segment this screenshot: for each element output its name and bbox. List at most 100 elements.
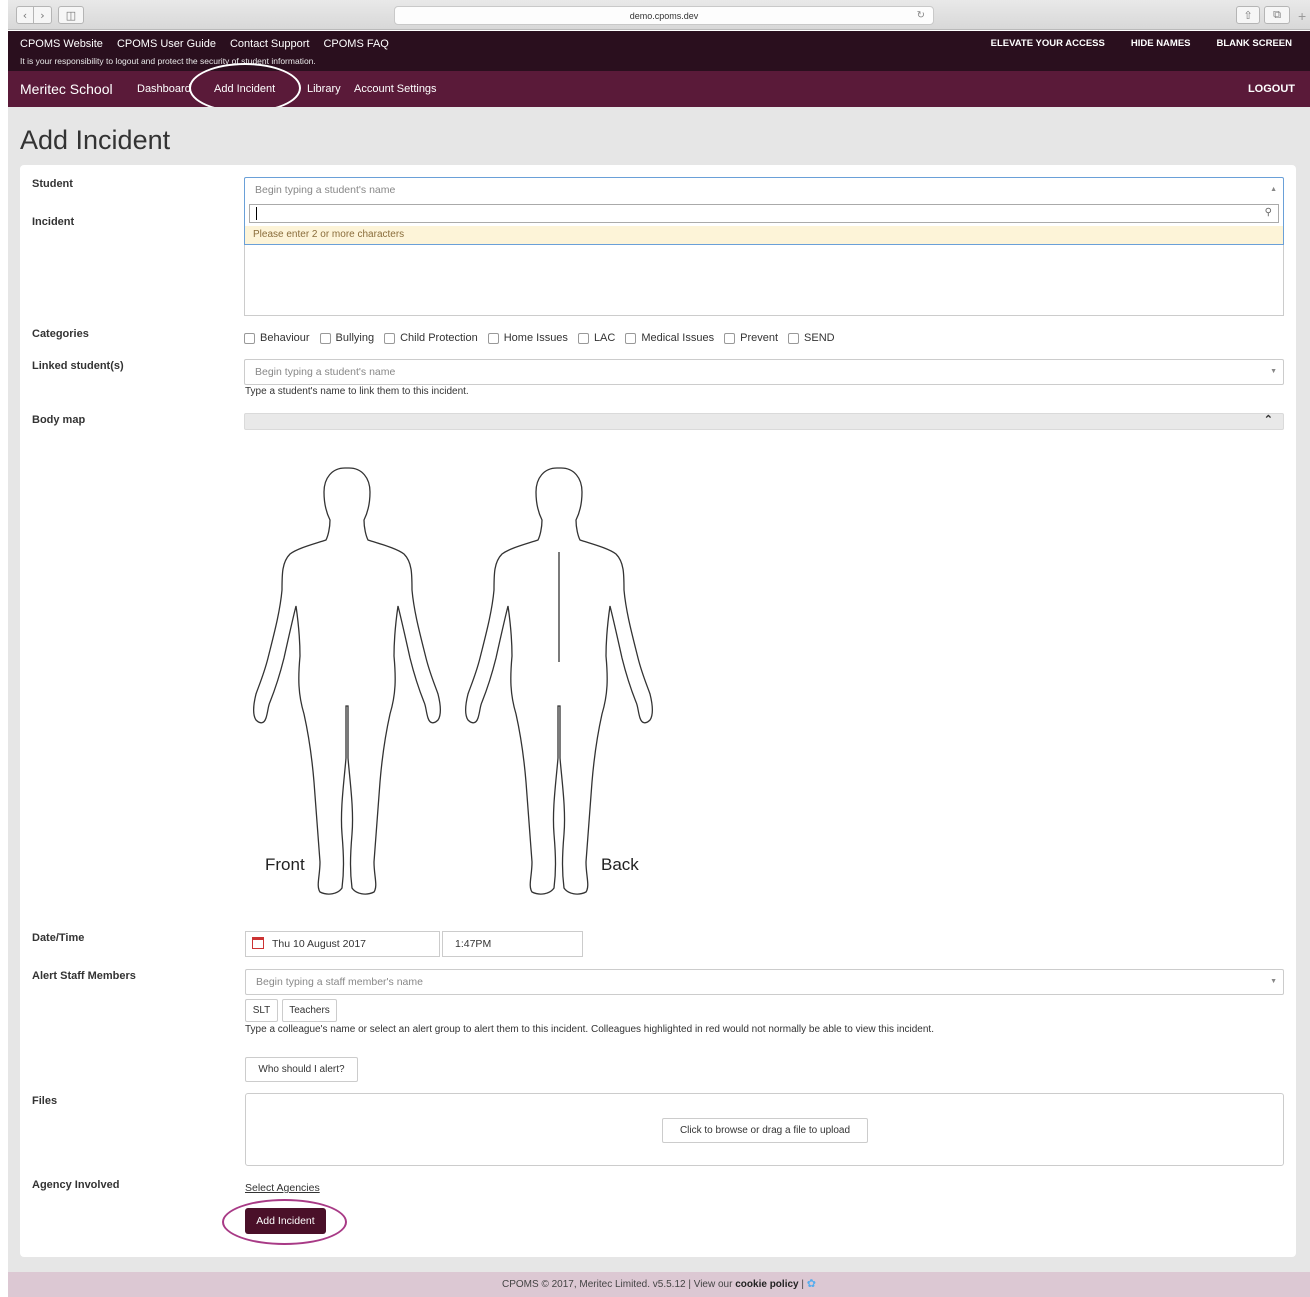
student-select[interactable]: Begin typing a student's name ▲ [244,177,1284,203]
category-behaviour[interactable]: Behaviour [244,332,310,344]
checkbox[interactable] [788,332,800,344]
student-dropdown: ⚲ Please enter 2 or more characters [244,201,1284,245]
alert-group-slt[interactable]: SLT [245,999,278,1022]
link-cpoms-website[interactable]: CPOMS Website [20,38,103,50]
linked-placeholder: Begin typing a student's name [255,366,396,378]
body-map-label: Body map [32,414,86,426]
incident-textarea[interactable] [244,245,1284,316]
elevate-access-link[interactable]: ELEVATE YOUR ACCESS [991,38,1105,49]
caret-up-icon: ▲ [1270,186,1277,193]
categories-group: Behaviour Bullying Child Protection Home… [244,332,845,344]
category-lac[interactable]: LAC [577,332,616,344]
front-label: Front [265,855,305,874]
nav-dashboard[interactable]: Dashboard [137,83,191,95]
footer-text: CPOMS © 2017, Meritec Limited. v5.5.12 |… [502,1279,733,1290]
category-label: SEND [804,332,835,344]
alert-group-teachers[interactable]: Teachers [282,999,337,1022]
select-agencies-link[interactable]: Select Agencies [245,1182,320,1194]
top-actions: ELEVATE YOUR ACCESS HIDE NAMES BLANK SCR… [991,38,1292,49]
tabs-icon[interactable]: ⧉ [1264,6,1290,24]
hide-names-link[interactable]: HIDE NAMES [1131,38,1191,49]
browser-toolbar: ‹ › ◫ demo.cpoms.dev ↻ ⇧ ⧉ + [8,0,1310,30]
category-label: Child Protection [400,332,478,344]
annotation-circle-nav [189,63,301,113]
body-map-toggle[interactable]: ⌃ [244,413,1284,430]
twitter-icon[interactable]: ✿ [807,1278,816,1290]
files-label: Files [32,1095,58,1107]
student-label: Student [32,178,73,190]
forward-icon[interactable]: › [34,6,52,24]
incident-label: Incident [32,216,75,228]
datetime-label: Date/Time [32,932,85,944]
link-contact-support[interactable]: Contact Support [230,38,310,50]
caret-down-icon: ▼ [1270,368,1277,375]
category-child-protection[interactable]: Child Protection [384,332,478,344]
checkbox[interactable] [319,332,331,344]
link-faq[interactable]: CPOMS FAQ [323,38,388,50]
link-user-guide[interactable]: CPOMS User Guide [117,38,216,50]
upload-button[interactable]: Click to browse or drag a file to upload [662,1118,868,1143]
security-notice: It is your responsibility to logout and … [20,56,316,66]
category-label: Prevent [740,332,779,344]
linked-students-label: Linked student(s) [32,360,124,372]
alert-placeholder: Begin typing a staff member's name [256,976,423,988]
checkbox[interactable] [487,332,499,344]
checkbox[interactable] [244,332,255,344]
category-label: Behaviour [260,332,310,344]
logout-link[interactable]: LOGOUT [1248,83,1295,95]
back-icon[interactable]: ‹ [16,6,34,24]
category-prevent[interactable]: Prevent [724,332,778,344]
categories-label: Categories [32,328,89,340]
caret-down-icon: ▼ [1270,978,1277,985]
category-medical-issues[interactable]: Medical Issues [625,332,714,344]
page-title: Add Incident [20,125,171,155]
search-icon: ⚲ [1264,207,1272,218]
linked-help-text: Type a student's name to link them to th… [245,386,469,397]
nav-account-settings[interactable]: Account Settings [354,83,437,95]
nav-library[interactable]: Library [307,83,341,95]
category-label: Home Issues [503,332,568,344]
new-tab-icon[interactable]: + [1298,8,1306,24]
top-bar: CPOMS Website CPOMS User Guide Contact S… [8,31,1310,71]
category-home-issues[interactable]: Home Issues [487,332,568,344]
date-input[interactable]: Thu 10 August 2017 [245,931,440,957]
back-label: Back [601,855,639,874]
footer: CPOMS © 2017, Meritec Limited. v5.5.12 |… [8,1272,1310,1297]
text-cursor [256,207,257,220]
browser-nav-buttons: ‹ › ◫ [16,6,84,24]
student-placeholder: Begin typing a student's name [255,184,396,196]
checkbox[interactable] [577,332,589,344]
category-send[interactable]: SEND [788,332,835,344]
blank-screen-link[interactable]: BLANK SCREEN [1217,38,1292,49]
agency-label: Agency Involved [32,1179,120,1191]
body-front-figure[interactable] [248,462,448,902]
school-name[interactable]: Meritec School [20,81,113,97]
alert-staff-label: Alert Staff Members [32,970,136,982]
chevron-up-icon[interactable]: ⌃ [1264,413,1273,426]
category-label: LAC [593,332,616,344]
checkbox[interactable] [724,332,736,344]
footer-separator: | [801,1279,804,1290]
address-bar[interactable]: demo.cpoms.dev ↻ [394,6,934,25]
time-input[interactable]: 1:47PM [442,931,583,957]
category-bullying[interactable]: Bullying [319,332,375,344]
alert-help-text: Type a colleague's name or select an ale… [245,1024,934,1035]
share-icon[interactable]: ⇧ [1236,6,1260,24]
category-label: Bullying [335,332,375,344]
sidebar-icon[interactable]: ◫ [58,6,84,24]
time-value: 1:47PM [455,938,492,950]
dropdown-message: Please enter 2 or more characters [245,226,1283,244]
student-search-input[interactable]: ⚲ [249,204,1279,223]
url-text: demo.cpoms.dev [629,11,699,21]
linked-students-select[interactable]: Begin typing a student's name ▼ [244,359,1284,385]
reload-icon[interactable]: ↻ [917,7,925,25]
annotation-circle-submit [222,1199,347,1245]
date-value: Thu 10 August 2017 [272,938,366,950]
checkbox[interactable] [384,332,396,344]
checkbox[interactable] [625,332,637,344]
who-should-i-alert-button[interactable]: Who should I alert? [245,1057,358,1082]
cookie-policy-link[interactable]: cookie policy [735,1279,798,1290]
alert-staff-select[interactable]: Begin typing a staff member's name ▼ [245,969,1284,995]
calendar-icon [252,937,264,949]
body-back-figure[interactable] [460,462,660,902]
